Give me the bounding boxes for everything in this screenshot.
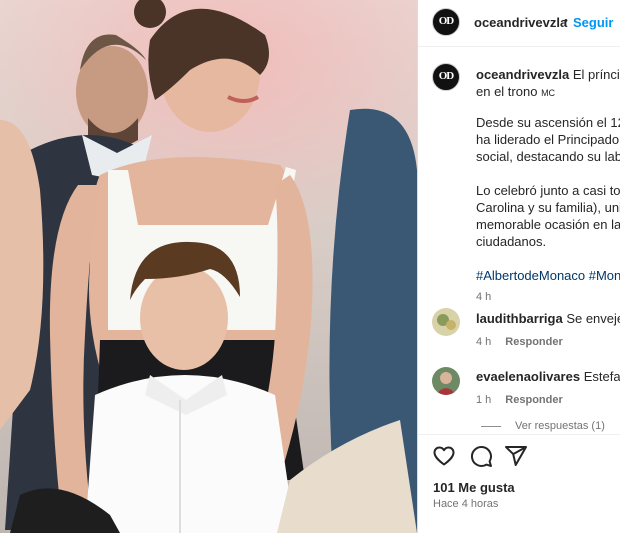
caption-hashtags[interactable]: #AlbertodeMonaco #Mona [476,267,620,284]
post-side-panel: OD oceandrivevzla • Seguir OD oceandrive… [417,0,620,533]
comment-username[interactable]: evaelenaolivares [476,369,580,384]
replies-divider [481,426,501,427]
header-separator: • [564,15,568,27]
post-photo-image [0,0,417,533]
caption-text-line: memorable ocasión en la c [476,217,620,232]
caption-line2: en el trono [476,84,538,99]
caption-paragraph-2: Lo celebró junto a casi toda Carolina y … [476,182,620,250]
follow-button[interactable]: Seguir [573,15,613,30]
caption-avatar-monogram: OD [438,70,455,82]
comment-item: evaelenaolivares Estefanía. 1 h Responder [476,369,620,406]
caption-text-line: Carolina y su familia), unien [476,200,620,215]
caption-text-line: ciudadanos. [476,234,547,249]
comment-avatar-image [432,308,460,336]
caption-line1: El príncipe [572,67,620,82]
share-icon[interactable] [504,444,528,468]
caption-text-line: Desde su ascensión el 12 d [476,115,620,130]
post-timestamp[interactable]: Hace 4 horas [433,498,498,510]
caption-avatar[interactable]: OD [432,63,460,91]
account-avatar[interactable]: OD [432,8,460,36]
comment-avatar[interactable] [432,367,460,395]
post-photo[interactable] [0,0,417,533]
caption-text-line: ha liderado el Principado c [476,132,620,147]
heart-icon[interactable] [432,444,456,468]
caption: oceandrivevzla El príncipe en el trono M… [476,66,620,303]
reply-button[interactable]: Responder [505,336,562,348]
view-replies-button[interactable]: Ver respuestas (1) [515,420,605,432]
comment-item: laudithbarriga Se envejecio 4 h Responder [476,311,620,348]
comment-time[interactable]: 1 h [476,394,491,406]
caption-line2-suffix: MC [541,88,556,98]
likes-count[interactable]: 101 Me gusta [433,480,515,495]
comment-text: Se envejecio [566,311,620,326]
caption-text-line: Lo celebró junto a casi toda [476,183,620,198]
comment-icon[interactable] [469,444,493,468]
reply-button[interactable]: Responder [505,394,562,406]
comment-time[interactable]: 4 h [476,336,491,348]
caption-text-line: social, destacando su labor [476,149,620,164]
comment-username[interactable]: laudithbarriga [476,311,563,326]
comment-avatar[interactable] [432,308,460,336]
caption-paragraph-1: Desde su ascensión el 12 d ha liderado e… [476,114,620,165]
avatar-monogram: OD [438,15,455,27]
caption-time[interactable]: 4 h [476,291,620,303]
comment-text: Estefanía. [583,369,620,384]
actions-divider [418,434,620,435]
caption-username[interactable]: oceandrivevzla [476,67,569,82]
comment-avatar-image [432,367,460,395]
post-header: OD oceandrivevzla • Seguir [418,0,620,47]
header-username[interactable]: oceandrivevzla [474,15,567,30]
